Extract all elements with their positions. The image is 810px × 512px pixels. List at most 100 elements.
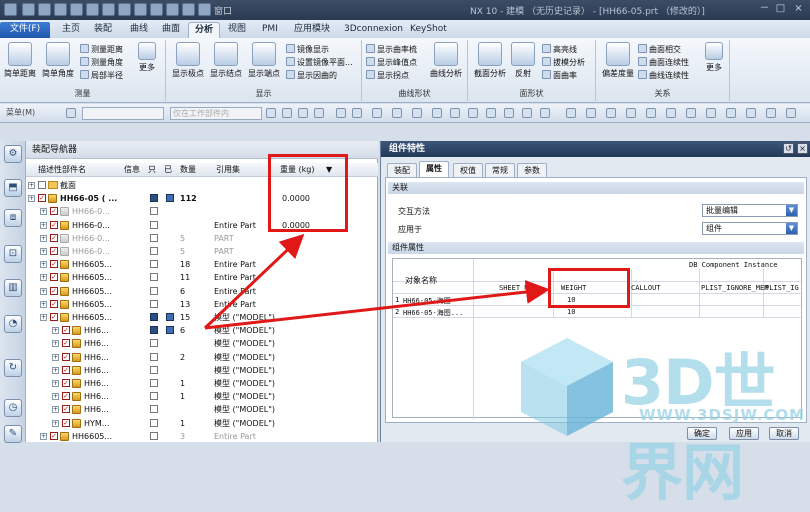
expand-icon[interactable]: + [52,393,59,401]
tab-attributes[interactable]: 属性 [419,161,449,177]
table-row[interactable]: + ✓ HH6605... 11 Entire Part [26,271,378,284]
snap-icon[interactable] [266,108,276,118]
select-lasso-icon[interactable] [314,108,324,118]
intersection-snap-icon[interactable] [504,108,514,118]
curve-continuity-button[interactable]: 曲线连续性 [638,70,689,82]
section-relation[interactable]: 关联 [388,182,804,194]
measure-distance-button[interactable]: 测量距离 [80,44,123,56]
expand-icon[interactable]: + [52,327,59,335]
reflection-button[interactable]: 反射 [508,42,538,79]
checkbox[interactable]: ✓ [62,352,70,361]
face-curvature-button[interactable]: 面曲率 [542,70,577,82]
tab-parameters[interactable]: 参数 [517,163,547,177]
checkbox[interactable]: ✓ [50,220,58,229]
expand-icon[interactable]: + [40,261,47,269]
shaded-icon[interactable] [392,108,402,118]
window-menu[interactable]: 窗口 [214,4,232,17]
table-row[interactable]: + ✓ HYM... 1 模型 ("MODEL") [26,417,378,430]
tab-analysis[interactable]: 分析 [188,22,221,38]
minimize-button[interactable]: － [758,3,771,15]
expand-icon[interactable]: + [52,419,59,427]
expand-icon[interactable]: + [40,208,47,216]
layer-icon[interactable] [566,108,576,118]
row-weight-value[interactable]: 10 [567,308,575,316]
deviation-gauge-button[interactable]: 偏差度量 [600,42,636,79]
row-object-name[interactable]: HH66-05-海图 [403,296,451,306]
checkbox[interactable]: ✓ [62,365,70,374]
dialog-close-icon[interactable]: × [797,143,808,154]
reuse-library-icon[interactable]: ▥ [4,279,22,297]
section-view-icon[interactable] [646,108,656,118]
expand-icon[interactable]: + [52,366,59,374]
tab-general[interactable]: 常规 [485,163,515,177]
paste-icon[interactable] [134,3,147,16]
close-button[interactable]: × [792,3,805,15]
show-peaks-button[interactable]: 显示峰值点 [366,57,417,69]
expand-icon[interactable]: + [40,300,47,308]
col-plist-ig[interactable]: PLIST_IG [765,284,799,292]
undo-icon[interactable] [70,3,83,16]
checkbox[interactable]: ✓ [50,233,58,242]
expand-icon[interactable]: + [40,314,47,321]
filter-icon[interactable] [66,108,76,118]
customize-icon[interactable] [182,3,195,16]
curve-analysis-button[interactable]: 曲线分析 [428,42,464,79]
expand-icon[interactable]: + [40,274,47,282]
tab-keyshot[interactable]: KeyShot [404,22,453,38]
surface-continuity-button[interactable]: 曲面连续性 [638,57,689,69]
section-attributes[interactable]: 组件属性 [388,242,804,254]
expand-icon[interactable]: + [40,248,47,255]
checkbox[interactable]: ✓ [62,326,70,335]
gear-icon[interactable]: ⚙ [4,145,22,163]
tangent-snap-icon[interactable] [540,108,550,118]
col-name-header[interactable]: 描述性部件名 [38,164,86,176]
col-qty-header[interactable]: 数量 [180,164,196,176]
render-icon[interactable] [606,108,616,118]
background-icon[interactable] [726,108,736,118]
show-bent-button[interactable]: 显示因曲的 [286,70,337,82]
maximize-button[interactable]: □ [774,3,787,15]
window-icon[interactable] [198,3,211,16]
col-callout[interactable]: CALLOUT [631,284,661,292]
type-filter-dropdown[interactable] [82,107,164,120]
expand-icon[interactable]: + [28,195,35,203]
local-radius-button[interactable]: 局部半径 [80,70,123,82]
fit-icon[interactable] [666,108,676,118]
measure-more-button[interactable]: 更多 [132,42,162,73]
checkbox[interactable]: ✓ [50,247,58,255]
highlight-lines-button[interactable]: 高亮线 [542,44,577,56]
surface-intersection-button[interactable]: 曲面相交 [638,44,681,56]
menu-button[interactable]: 菜单(M) [4,107,62,120]
expand-icon[interactable]: + [40,234,47,242]
tab-3dconnexion[interactable]: 3Dconnexion [338,22,409,38]
simple-distance-button[interactable]: 简单距离 [2,42,38,79]
checkbox[interactable]: ✓ [50,260,58,269]
expand-icon[interactable]: + [52,406,59,414]
measure-angle-button[interactable]: 测量角度 [80,57,123,69]
pan-icon[interactable] [686,108,696,118]
expand-icon[interactable]: + [40,287,47,295]
table-row[interactable]: + ✓ HH6... 6 模型 ("MODEL") [26,324,378,337]
zoom-icon[interactable] [372,108,382,118]
mirror-display-button[interactable]: 镜像显示 [286,44,329,56]
cursor-icon[interactable] [336,108,346,118]
checkbox[interactable]: ✓ [38,194,46,203]
scope-dropdown[interactable]: 仅在工作部件内 [170,107,262,120]
save-icon[interactable] [54,3,67,16]
endpoint-snap-icon[interactable] [450,108,460,118]
checkbox[interactable]: ✓ [50,273,58,282]
tab-file[interactable]: 文件(F) [0,22,50,38]
rotate-icon[interactable] [352,108,362,118]
checkbox[interactable]: ✓ [62,392,70,401]
checkbox[interactable]: ✓ [62,379,70,387]
nx-logo-icon[interactable] [4,3,17,16]
col-info-header[interactable]: 信息 [124,164,140,176]
center-snap-icon[interactable] [486,108,496,118]
expand-icon[interactable]: + [40,432,47,440]
table-row[interactable]: + ✓ HH66-0... 5 PART [26,245,378,258]
open-file-icon[interactable] [38,3,51,16]
select-all-icon[interactable] [282,108,292,118]
table-row[interactable]: + ✓ HH6605... 6 Entire Part [26,285,378,298]
light-icon[interactable] [746,108,756,118]
table-row[interactable]: + ✓ HH6605... 3 Entire Part [26,430,378,443]
